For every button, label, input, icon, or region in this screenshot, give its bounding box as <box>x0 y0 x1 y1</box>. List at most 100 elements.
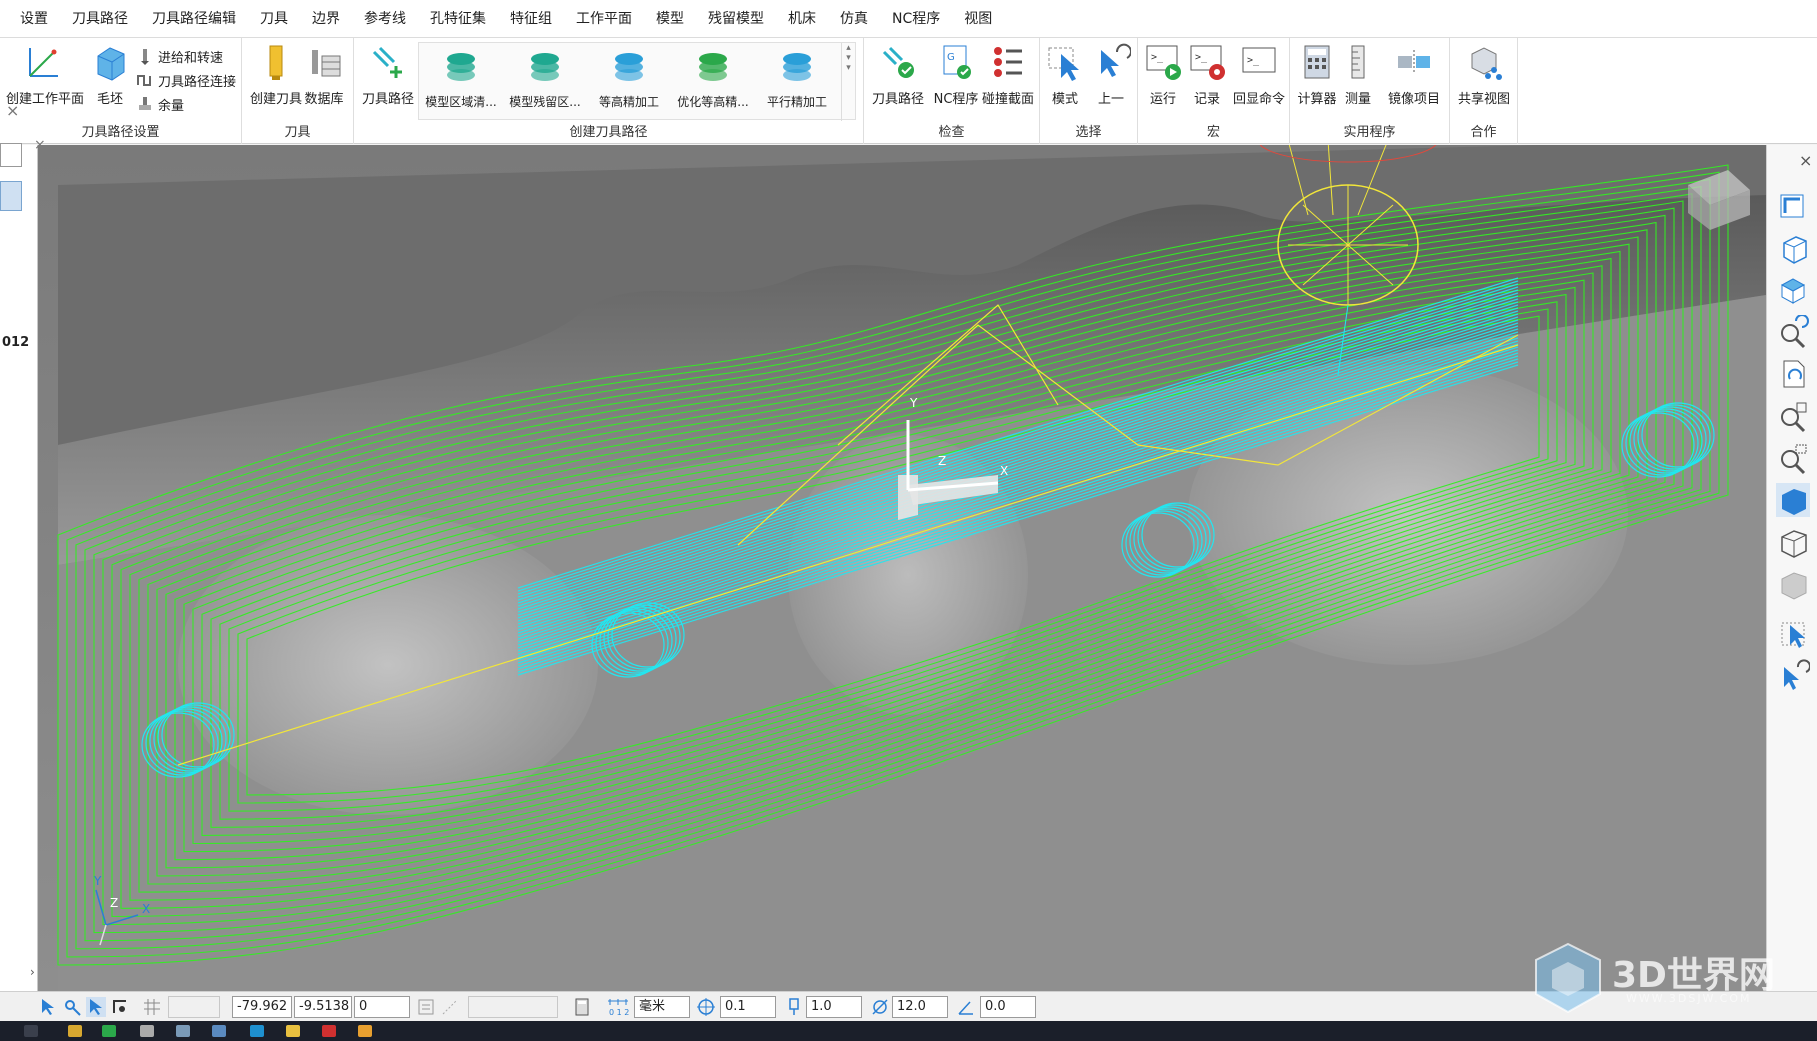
check-toolpath-button[interactable]: 刀具路径 <box>868 40 928 120</box>
start-icon[interactable] <box>24 1025 38 1037</box>
group-check: 刀具路径 G NC程序 碰撞截面 检查 <box>864 38 1040 144</box>
grid-field <box>168 996 220 1018</box>
grey-shade-icon[interactable] <box>1776 567 1810 601</box>
mirror-label: 镜像项目 <box>1387 92 1440 107</box>
app2-icon[interactable] <box>212 1025 226 1037</box>
check-nc-program-button[interactable]: G NC程序 <box>926 40 986 120</box>
toolpath-create-button[interactable]: 刀具路径 <box>358 40 418 120</box>
settings-icon[interactable] <box>140 1025 154 1037</box>
menu-item-6[interactable]: 孔特征集 <box>418 0 498 38</box>
tool-database-button[interactable]: 数据库 <box>298 40 350 120</box>
stock-icon <box>97 47 125 81</box>
tool-icon <box>269 45 283 80</box>
coord-z-field[interactable]: 0 <box>354 996 410 1018</box>
angle-field[interactable]: 0.0 <box>980 996 1036 1018</box>
stock-button[interactable]: 毛坯 <box>84 40 136 120</box>
strategy-item-3[interactable]: 优化等高精... <box>671 45 755 119</box>
undo-select-icon[interactable] <box>1776 659 1810 693</box>
powermill-taskbar-icon[interactable] <box>358 1025 372 1037</box>
macro-run-button[interactable]: >_ 运行 <box>1138 40 1188 120</box>
app3-icon[interactable] <box>322 1025 336 1037</box>
graphics-viewport[interactable]: Y X Z X Y Z <box>38 145 1766 991</box>
menu-item-14[interactable]: 视图 <box>952 0 1004 38</box>
page-refresh-icon[interactable] <box>1776 357 1810 391</box>
menu-item-7[interactable]: 特征组 <box>498 0 564 38</box>
collision-label: 碰撞截面 <box>981 92 1034 107</box>
mirror-project-button[interactable]: 镜像项目 <box>1382 40 1446 120</box>
units-field[interactable]: 毫米 <box>634 996 690 1018</box>
menu-item-10[interactable]: 残留模型 <box>696 0 776 38</box>
strategy-item-4[interactable]: 平行精加工 <box>755 45 839 119</box>
thickness-button[interactable]: 余量 <box>136 92 184 116</box>
diameter-field[interactable]: 12.0 <box>892 996 948 1018</box>
iso-view-icon[interactable] <box>1776 231 1810 265</box>
wireframe-view-icon[interactable] <box>1776 525 1810 559</box>
model-scene[interactable]: Y X Z X Y Z <box>38 145 1766 991</box>
select-mode-button[interactable]: 模式 <box>1040 40 1090 120</box>
stepover-icon[interactable] <box>784 997 804 1017</box>
workplane-snap-icon[interactable] <box>110 997 130 1017</box>
macro-echo-button[interactable]: >_ 回显命令 <box>1230 40 1288 120</box>
workplane-view-icon[interactable] <box>1776 189 1810 223</box>
menu-item-3[interactable]: 刀具 <box>248 0 300 38</box>
edge-icon[interactable] <box>250 1025 264 1037</box>
panel-field[interactable] <box>0 143 22 167</box>
menu-item-12[interactable]: 仿真 <box>828 0 880 38</box>
zoom-box-icon[interactable] <box>1776 441 1810 475</box>
strategy-icon-1 <box>531 53 559 81</box>
nc-program-icon: G <box>943 45 971 79</box>
menu-item-9[interactable]: 模型 <box>644 0 696 38</box>
stepover-field[interactable]: 1.0 <box>806 996 862 1018</box>
strategy-item-1[interactable]: 模型残留区... <box>503 45 587 119</box>
coord-mode-icon[interactable] <box>416 997 436 1017</box>
diameter-icon[interactable] <box>870 997 890 1017</box>
polar-icon[interactable] <box>440 997 460 1017</box>
menu-item-5[interactable]: 参考线 <box>352 0 418 38</box>
panel-expand-icon[interactable]: › <box>30 965 35 979</box>
menu-item-1[interactable]: 刀具路径 <box>60 0 140 38</box>
grid-icon[interactable] <box>142 997 162 1017</box>
menu-item-11[interactable]: 机床 <box>776 0 828 38</box>
folder-icon[interactable] <box>286 1025 300 1037</box>
menu-item-8[interactable]: 工作平面 <box>564 0 644 38</box>
ruler-icon[interactable]: 0 1 2 <box>606 997 630 1017</box>
menu-item-4[interactable]: 边界 <box>300 0 352 38</box>
strategy-gallery: 模型区域清... 模型残留区... 等高精加工 优化等高精... 平行精加工 ▴ ▾ ▾ <box>418 42 856 121</box>
measure-button[interactable]: 测量 <box>1338 40 1378 120</box>
strategy-item-0[interactable]: 模型区域清... <box>419 45 503 119</box>
tolerance-icon[interactable] <box>696 997 716 1017</box>
top-view-icon[interactable] <box>1776 273 1810 307</box>
panel-selected-item[interactable] <box>0 181 22 211</box>
select-cursor-icon[interactable] <box>1776 617 1810 651</box>
snap-icon[interactable] <box>38 997 58 1017</box>
angle-icon[interactable] <box>956 997 976 1017</box>
calculator-button[interactable]: 计算器 <box>1292 40 1342 120</box>
menu-item-2[interactable]: 刀具路径编辑 <box>140 0 248 38</box>
feeds-speeds-button[interactable]: 进给和转速 <box>136 44 223 68</box>
app-icon[interactable] <box>176 1025 190 1037</box>
store-icon[interactable] <box>68 1025 82 1037</box>
connections-button[interactable]: 刀具路径连接 <box>136 68 236 92</box>
create-tool-button[interactable]: 创建刀具 <box>246 40 306 120</box>
snap-active-icon[interactable] <box>86 997 106 1017</box>
select-previous-button[interactable]: 上一 <box>1086 40 1136 120</box>
strategy-item-2[interactable]: 等高精加工 <box>587 45 671 119</box>
browser-icon[interactable] <box>102 1025 116 1037</box>
share-view-button[interactable]: 共享视图 <box>1454 40 1514 120</box>
axis-y-label: Y <box>909 396 918 410</box>
tolerance-field[interactable]: 0.1 <box>720 996 776 1018</box>
coord-y-field[interactable]: -9.5138 <box>294 996 352 1018</box>
panel-close-icon[interactable]: × <box>6 101 19 120</box>
collision-section-button[interactable]: 碰撞截面 <box>978 40 1038 120</box>
menu-item-13[interactable]: NC程序 <box>880 0 952 38</box>
zoom-fit-icon[interactable] <box>1776 399 1810 433</box>
gallery-scroll[interactable]: ▴ ▾ ▾ <box>841 43 855 121</box>
snap-point-icon[interactable] <box>62 997 82 1017</box>
toolbar-close-icon[interactable]: × <box>1799 151 1812 170</box>
calc-status-icon[interactable] <box>572 997 592 1017</box>
macro-record-button[interactable]: >_ 记录 <box>1182 40 1232 120</box>
menu-item-0[interactable]: 设置 <box>8 0 60 38</box>
coord-x-field[interactable]: -79.962 <box>232 996 292 1018</box>
shaded-view-icon[interactable] <box>1776 483 1810 517</box>
zoom-refresh-icon[interactable] <box>1776 315 1810 349</box>
